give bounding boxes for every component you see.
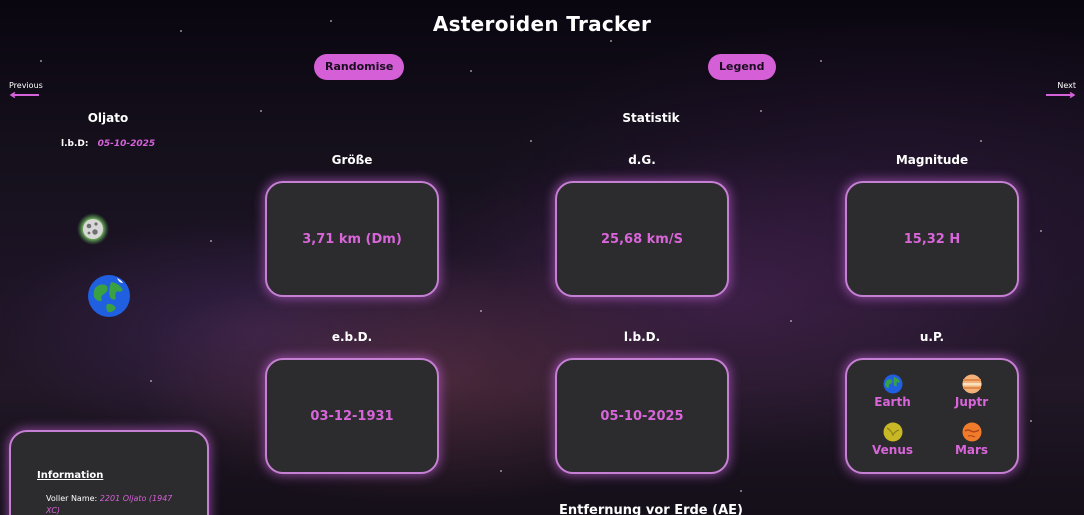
first-observed-card: 03-12-1931	[265, 358, 439, 474]
planet-earth-label: Earth	[874, 394, 911, 409]
page-title: Asteroiden Tracker	[432, 12, 652, 36]
magnitude-label: Magnitude	[895, 153, 969, 167]
last-observed-card: 05-10-2025	[555, 358, 729, 474]
previous-label: Previous	[9, 81, 43, 90]
mars-icon	[962, 422, 981, 442]
last-observed-value: 05-10-2025	[600, 408, 684, 424]
size-card: 3,71 km (Dm)	[265, 181, 439, 297]
asteroid-last-date: l.b.D: 05-10-2025	[61, 139, 155, 149]
first-observed-value: 03-12-1931	[310, 408, 394, 424]
information-title: Information	[37, 470, 104, 481]
arrow-left-icon	[9, 92, 39, 98]
randomise-button[interactable]: Randomise	[314, 54, 405, 80]
planet-jupiter[interactable]: Juptr	[932, 367, 1011, 416]
first-observed-label: e.b.D.	[331, 330, 373, 344]
previous-button[interactable]: Previous	[9, 81, 43, 98]
speed-card: 25,68 km/S	[555, 181, 729, 297]
speed-value: 25,68 km/S	[601, 231, 683, 247]
arrow-right-icon	[1046, 92, 1076, 98]
planet-mars[interactable]: Mars	[932, 416, 1011, 465]
planet-venus-label: Venus	[872, 443, 913, 458]
full-name-label: Voller Name:	[46, 494, 98, 503]
information-card: Information Voller Name: 2201 Oljato (19…	[9, 430, 209, 515]
magnitude-card: 15,32 H	[845, 181, 1019, 297]
planet-earth[interactable]: Earth	[853, 367, 932, 416]
planet-jupiter-label: Juptr	[954, 394, 989, 409]
planets-card: Earth Juptr Venus Mars	[845, 358, 1019, 474]
legend-button[interactable]: Legend	[708, 54, 776, 80]
next-button[interactable]: Next	[1046, 81, 1076, 98]
earth-icon	[88, 275, 130, 317]
asteroid-icon	[77, 213, 109, 245]
full-name: Voller Name: 2201 Oljato (1947 XC)	[46, 493, 176, 515]
asteroid-date-value: 05-10-2025	[97, 139, 156, 149]
venus-icon	[883, 422, 902, 442]
earth-icon	[883, 374, 902, 394]
asteroid-date-label: l.b.D:	[61, 139, 89, 149]
last-observed-label: l.b.D.	[623, 330, 661, 344]
magnitude-value: 15,32 H	[903, 231, 961, 247]
planet-venus[interactable]: Venus	[853, 416, 932, 465]
jupiter-icon	[962, 374, 981, 394]
size-label: Größe	[331, 153, 373, 167]
statistik-heading: Statistik	[622, 111, 680, 125]
next-label: Next	[1057, 81, 1076, 90]
speed-label: d.G.	[628, 153, 656, 167]
size-value: 3,71 km (Dm)	[302, 231, 402, 247]
planets-label: u.P.	[919, 330, 945, 344]
planet-mars-label: Mars	[954, 443, 989, 458]
